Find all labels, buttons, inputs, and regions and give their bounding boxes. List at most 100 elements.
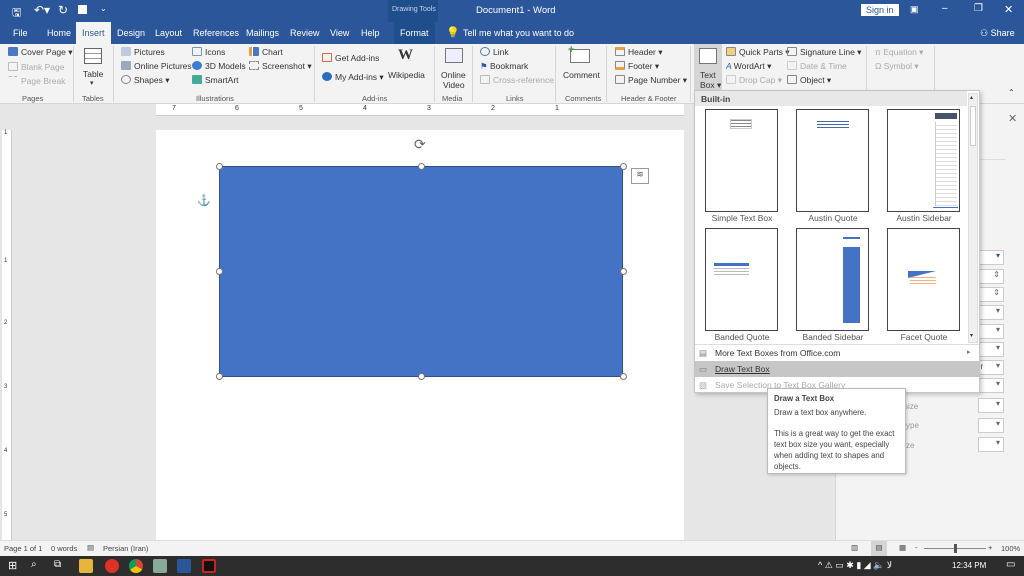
windows-start-icon[interactable]: ⊞	[8, 559, 17, 572]
tab-home[interactable]: Home	[41, 22, 77, 44]
collapse-ribbon-icon[interactable]: ⌃	[1008, 88, 1015, 97]
resize-handle[interactable]	[216, 163, 223, 170]
rotate-handle-icon[interactable]: ⟳	[414, 136, 426, 153]
gallery-item-simple-text-box[interactable]	[705, 109, 778, 212]
redo-icon[interactable]: ↻	[58, 3, 68, 17]
save-icon[interactable]: 🖫	[12, 4, 21, 23]
tab-layout[interactable]: Layout	[149, 22, 188, 44]
tab-references[interactable]: References	[187, 22, 245, 44]
gallery-item-banded-sidebar[interactable]	[796, 228, 869, 331]
begin-arrow-type-dropdown[interactable]: ▾	[978, 378, 1004, 393]
gallery-item-austin-quote[interactable]	[796, 109, 869, 212]
cap-type-dropdown[interactable]: ▾	[978, 342, 1004, 357]
end-arrow-type-dropdown[interactable]: ▾	[978, 418, 1004, 433]
gallery-item-austin-sidebar[interactable]	[887, 109, 960, 212]
zoom-slider-thumb[interactable]	[954, 544, 957, 553]
begin-arrow-size-dropdown[interactable]: ▾	[978, 398, 1004, 413]
page-break-button[interactable]: Page Break	[8, 76, 65, 86]
tell-me-search[interactable]: Tell me what you want to do	[463, 28, 574, 38]
compound-type-dropdown[interactable]: ▾	[978, 305, 1004, 320]
rectangle-shape[interactable]	[219, 166, 623, 377]
ribbon-display-options-icon[interactable]: ▣	[910, 4, 919, 15]
vertical-ruler[interactable]: 1 1 2 3 4 5	[2, 130, 12, 540]
width-spinner[interactable]: ⇕	[978, 287, 1004, 302]
read-mode-icon[interactable]: ▥	[851, 543, 858, 552]
quick-parts-button[interactable]: Quick Parts ▾	[726, 47, 790, 58]
zoom-level[interactable]: 100%	[1001, 544, 1020, 553]
word-icon[interactable]	[177, 559, 191, 573]
page-count[interactable]: Page 1 of 1	[4, 544, 42, 553]
chart-button[interactable]: Chart	[249, 47, 283, 57]
clock[interactable]: 12:34 PM	[952, 561, 986, 570]
dash-type-dropdown[interactable]: ▾	[978, 324, 1004, 339]
my-addins-button[interactable]: My Add-ins ▾	[322, 72, 384, 83]
table-button[interactable]: Table	[83, 69, 103, 79]
tab-file[interactable]: File	[7, 22, 34, 44]
tab-format[interactable]: Format	[394, 22, 435, 44]
smartart-button[interactable]: SmartArt	[192, 75, 239, 85]
touch-mode-icon[interactable]	[78, 5, 87, 14]
file-explorer-icon[interactable]	[79, 559, 93, 573]
drop-cap-button[interactable]: Drop Cap ▾	[726, 75, 782, 86]
restore-icon[interactable]: ❐	[974, 3, 983, 14]
3d-models-button[interactable]: 3D Models	[192, 61, 246, 71]
task-view-icon[interactable]: ⧉	[54, 559, 61, 570]
tab-review[interactable]: Review	[284, 22, 326, 44]
end-arrow-size-dropdown[interactable]: ▾	[978, 437, 1004, 452]
layout-options-icon[interactable]: ≋	[631, 168, 649, 184]
resize-handle[interactable]	[620, 163, 627, 170]
resize-handle[interactable]	[620, 268, 627, 275]
horizontal-ruler[interactable]: 7 6 5 4 3 2 1	[156, 104, 684, 116]
icons-button[interactable]: Icons	[192, 47, 225, 57]
search-icon[interactable]: ⌕	[31, 559, 37, 570]
close-pane-icon[interactable]: ✕	[1008, 112, 1017, 125]
system-tray-icons[interactable]: ^ ⚠ ▭ ✱ ▮ ◢ 🔈 ﻻ	[818, 560, 892, 571]
shapes-button[interactable]: Shapes ▾	[121, 75, 169, 86]
resize-handle[interactable]	[216, 268, 223, 275]
gallery-item-banded-quote[interactable]	[705, 228, 778, 331]
equation-button[interactable]: π Equation ▾	[875, 47, 923, 58]
signature-line-button[interactable]: Signature Line ▾	[787, 47, 861, 58]
tab-view[interactable]: View	[324, 22, 355, 44]
symbol-button[interactable]: Ω Symbol ▾	[875, 61, 919, 72]
bookmark-button[interactable]: ⚑ Bookmark	[480, 61, 528, 72]
tab-design[interactable]: Design	[111, 22, 151, 44]
more-text-boxes-menu-item[interactable]: ▤ More Text Boxes from Office.com ▸	[695, 345, 979, 361]
date-time-button[interactable]: Date & Time	[787, 61, 847, 71]
resize-handle[interactable]	[620, 373, 627, 380]
resize-handle[interactable]	[418, 373, 425, 380]
table-dropdown-icon[interactable]: ▾	[90, 79, 94, 87]
zoom-in-icon[interactable]: +	[988, 543, 992, 552]
tab-mailings[interactable]: Mailings	[240, 22, 285, 44]
pictures-button[interactable]: Pictures	[121, 47, 165, 57]
resize-handle[interactable]	[216, 373, 223, 380]
zoom-out-icon[interactable]: -	[915, 543, 918, 552]
object-button[interactable]: Object ▾	[787, 75, 831, 86]
transparency-spinner[interactable]: ⇕	[978, 269, 1004, 284]
page-number-button[interactable]: Page Number ▾	[615, 75, 687, 86]
wikipedia-button[interactable]: Wikipedia	[388, 70, 425, 80]
print-layout-icon[interactable]: ▤	[871, 541, 887, 556]
cover-page-button[interactable]: Cover Page ▾	[8, 47, 73, 58]
online-pictures-button[interactable]: Online Pictures	[121, 61, 192, 71]
line-color-dropdown[interactable]: ▾	[978, 250, 1004, 265]
notifications-icon[interactable]: ▭	[1006, 559, 1015, 570]
cross-reference-button[interactable]: Cross-reference	[480, 75, 554, 85]
get-addins-button[interactable]: Get Add-ins	[322, 53, 379, 63]
customize-qat-icon[interactable]: ⌄	[100, 4, 107, 13]
scroll-down-icon[interactable]: ▾	[970, 332, 973, 339]
word-count[interactable]: 0 words	[51, 544, 77, 553]
undo-icon[interactable]: ↶▾	[34, 3, 50, 17]
wordart-button[interactable]: A WordArt ▾	[726, 61, 771, 72]
link-button[interactable]: Link	[480, 47, 509, 57]
chrome-icon[interactable]	[129, 559, 143, 573]
scrollbar-thumb[interactable]	[970, 106, 976, 146]
footer-button[interactable]: Footer ▾	[615, 61, 659, 72]
gallery-scrollbar[interactable]: ▾ ▴	[968, 93, 978, 343]
app-icon[interactable]	[153, 559, 167, 573]
blank-page-button[interactable]: Blank Page	[8, 62, 64, 72]
text-box-button[interactable]: Text Box ▾	[694, 44, 722, 90]
share-button[interactable]: ⚇ Share	[980, 28, 1015, 39]
comment-button[interactable]: Comment	[563, 70, 600, 80]
opera-icon[interactable]	[105, 559, 119, 573]
